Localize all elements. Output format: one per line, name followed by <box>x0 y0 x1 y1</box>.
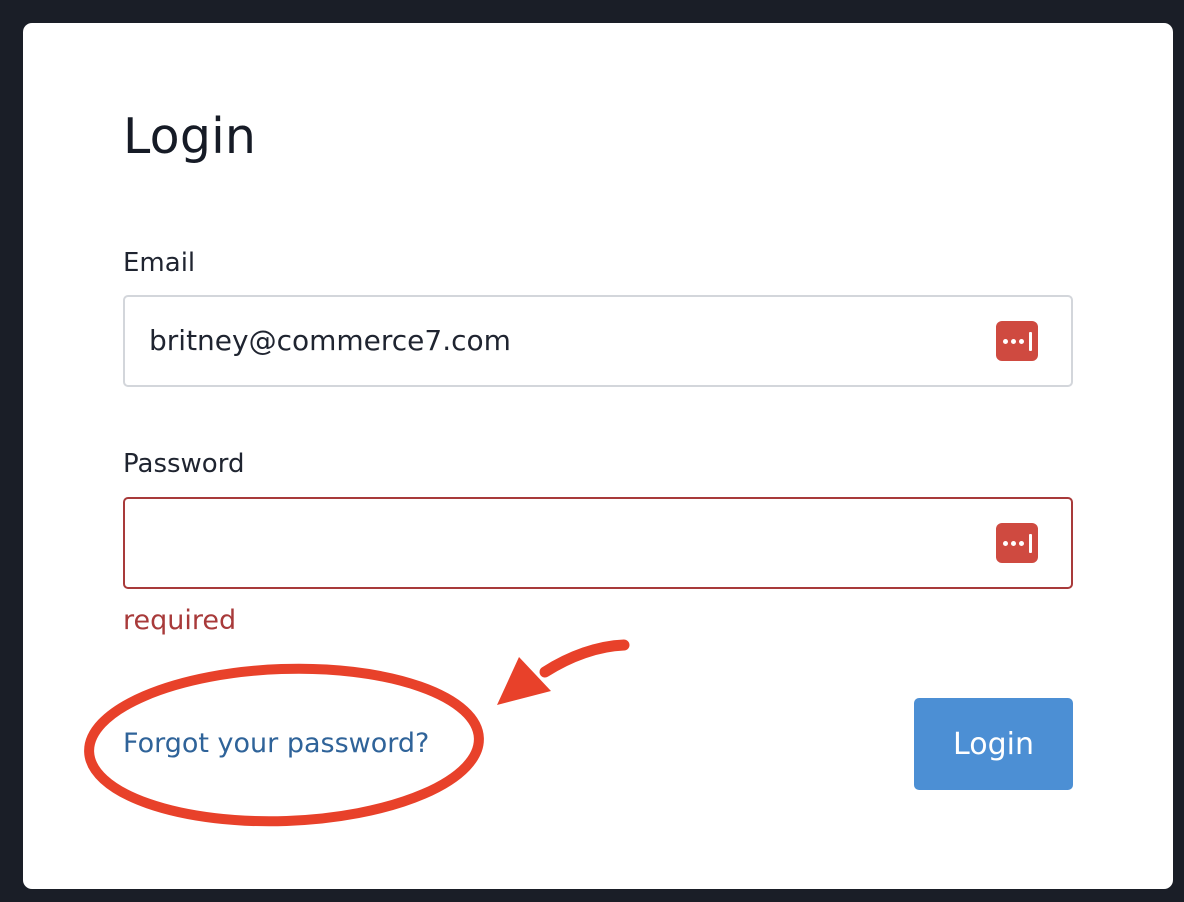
email-label: Email <box>123 248 196 278</box>
login-button[interactable]: Login <box>914 698 1073 790</box>
email-value: britney@commerce7.com <box>149 324 511 357</box>
password-label: Password <box>123 449 245 479</box>
password-error-message: required <box>123 605 237 636</box>
password-field[interactable] <box>123 497 1073 589</box>
forgot-password-link[interactable]: Forgot your password? <box>123 728 429 760</box>
email-field[interactable]: britney@commerce7.com <box>123 295 1073 387</box>
login-card: Login Email britney@commerce7.com Passwo… <box>23 23 1173 889</box>
page-title: Login <box>123 108 257 165</box>
password-manager-icon[interactable] <box>996 523 1038 563</box>
password-manager-icon[interactable] <box>996 321 1038 361</box>
